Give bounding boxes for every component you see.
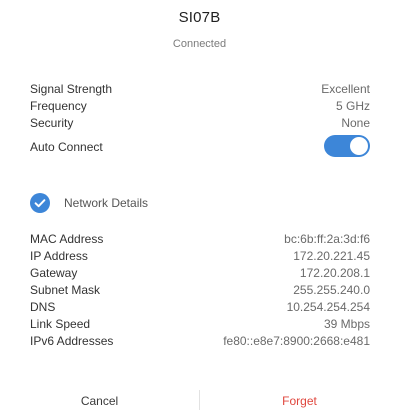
detail-label: MAC Address <box>30 232 104 246</box>
detail-value: 39 Mbps <box>323 317 370 331</box>
detail-row-ip-address: IP Address 172.20.221.45 <box>30 247 370 265</box>
info-row-signal-strength: Signal Strength Excellent <box>30 80 370 98</box>
info-row-frequency: Frequency 5 GHz <box>30 97 370 115</box>
detail-value: fe80::e8e7:8900:2668:e481 <box>223 334 370 348</box>
network-details-label: Network Details <box>64 196 149 210</box>
detail-value: bc:6b:ff:2a:3d:f6 <box>284 232 370 246</box>
info-value: 5 GHz <box>335 99 370 113</box>
detail-row-gateway: Gateway 172.20.208.1 <box>30 264 370 282</box>
detail-value: 172.20.208.1 <box>299 266 370 280</box>
dialog-footer: Cancel Forget <box>0 384 399 411</box>
forget-button[interactable]: Forget <box>200 394 399 408</box>
detail-row-ipv6-addresses: IPv6 Addresses fe80::e8e7:8900:2668:e481 <box>30 332 370 350</box>
info-row-security: Security None <box>30 114 370 132</box>
network-name-title: SI07B <box>178 9 221 26</box>
detail-value: 10.254.254.254 <box>286 300 370 314</box>
auto-connect-row: Auto Connect <box>30 135 370 157</box>
detail-label: Gateway <box>30 266 78 280</box>
connection-status: Connected <box>172 38 227 50</box>
auto-connect-label: Auto Connect <box>30 140 103 154</box>
detail-label: Link Speed <box>30 317 91 331</box>
detail-label: IPv6 Addresses <box>30 334 114 348</box>
toggle-knob <box>350 137 368 155</box>
detail-value: 172.20.221.45 <box>293 249 370 263</box>
detail-row-link-speed: Link Speed 39 Mbps <box>30 315 370 333</box>
info-value: Excellent <box>321 82 370 96</box>
check-circle-icon <box>30 193 50 213</box>
info-label: Security <box>30 116 74 130</box>
detail-row-subnet-mask: Subnet Mask 255.255.240.0 <box>30 281 370 299</box>
info-value: None <box>341 116 370 130</box>
detail-label: DNS <box>30 300 56 314</box>
detail-value: 255.255.240.0 <box>293 283 370 297</box>
info-label: Signal Strength <box>30 82 113 96</box>
cancel-button[interactable]: Cancel <box>0 394 199 408</box>
detail-row-dns: DNS 10.254.254.254 <box>30 298 370 316</box>
network-details-checkbox[interactable]: Network Details <box>30 193 230 213</box>
info-label: Frequency <box>30 99 87 113</box>
detail-label: Subnet Mask <box>30 283 101 297</box>
detail-row-mac-address: MAC Address bc:6b:ff:2a:3d:f6 <box>30 230 370 248</box>
detail-label: IP Address <box>30 249 88 263</box>
auto-connect-toggle[interactable] <box>324 135 370 157</box>
